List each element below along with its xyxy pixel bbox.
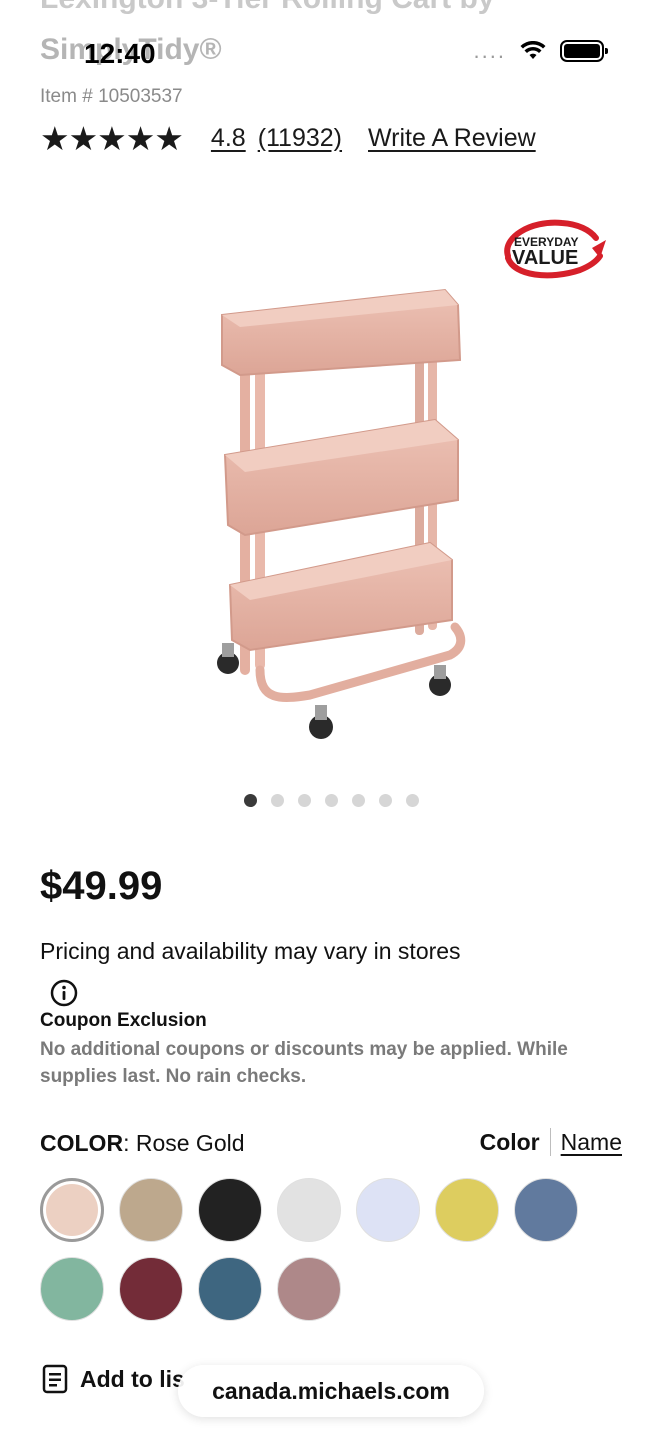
write-review-link[interactable]: Write A Review	[368, 124, 536, 153]
list-icon	[42, 1364, 68, 1394]
carousel-dot[interactable]	[271, 794, 284, 807]
toggle-name-option[interactable]: Name	[551, 1129, 622, 1156]
carousel-dot[interactable]	[244, 794, 257, 807]
add-to-list-button[interactable]: Add to lis	[42, 1364, 185, 1394]
carousel-dot[interactable]	[298, 794, 311, 807]
add-to-list-label: Add to lis	[80, 1365, 185, 1392]
star-rating-icon: ★★★★★	[40, 119, 184, 157]
color-swatch[interactable]	[514, 1178, 578, 1242]
toggle-color-option[interactable]: Color	[480, 1129, 550, 1156]
product-title-line-1: Lexington 3-Tier Rolling Cart by	[40, 0, 494, 16]
color-view-toggle: Color Name	[480, 1128, 622, 1156]
browser-url-bar[interactable]: canada.michaels.com	[178, 1365, 484, 1417]
color-swatch[interactable]	[119, 1257, 183, 1321]
color-swatch[interactable]	[40, 1257, 104, 1321]
pricing-note: Pricing and availability may vary in sto…	[40, 938, 461, 964]
color-swatch-grid	[40, 1178, 600, 1321]
carousel-dot[interactable]	[406, 794, 419, 807]
badge-text-bottom: VALUE	[512, 247, 578, 269]
coupon-exclusion-title: Coupon Exclusion	[40, 1010, 207, 1031]
color-swatch[interactable]	[277, 1257, 341, 1321]
rating-value-link[interactable]: 4.8	[211, 124, 246, 153]
image-carousel-indicator[interactable]	[244, 794, 419, 807]
item-number: Item # 10503537	[40, 86, 183, 107]
carousel-dot[interactable]	[352, 794, 365, 807]
everyday-value-badge: EVERYDAY VALUE	[504, 219, 606, 279]
color-swatch[interactable]	[198, 1178, 262, 1242]
carousel-dot[interactable]	[325, 794, 338, 807]
signal-icon: ....	[473, 38, 506, 63]
rating-row: ★★★★★ 4.8 (11932) Write A Review	[40, 120, 536, 156]
color-swatch[interactable]	[356, 1178, 420, 1242]
wifi-icon	[520, 41, 546, 59]
color-swatch[interactable]	[119, 1178, 183, 1242]
color-label: COLOR: Rose Gold	[40, 1130, 245, 1156]
color-swatch[interactable]	[435, 1178, 499, 1242]
info-icon[interactable]	[50, 979, 78, 1007]
color-swatch[interactable]	[40, 1178, 104, 1242]
status-bar-icons: ....	[473, 38, 608, 63]
color-label-key: COLOR	[40, 1130, 124, 1156]
status-time: 12:40	[84, 38, 156, 69]
coupon-exclusion-description: No additional coupons or discounts may b…	[40, 1039, 568, 1087]
carousel-dot[interactable]	[379, 794, 392, 807]
review-count-link[interactable]: (11932)	[258, 124, 342, 153]
product-price: $49.99	[40, 864, 163, 908]
product-image-rolling-cart[interactable]	[200, 275, 490, 745]
color-swatch[interactable]	[198, 1257, 262, 1321]
color-swatch[interactable]	[277, 1178, 341, 1242]
battery-icon	[560, 40, 608, 62]
selected-color-value: Rose Gold	[135, 1130, 245, 1156]
